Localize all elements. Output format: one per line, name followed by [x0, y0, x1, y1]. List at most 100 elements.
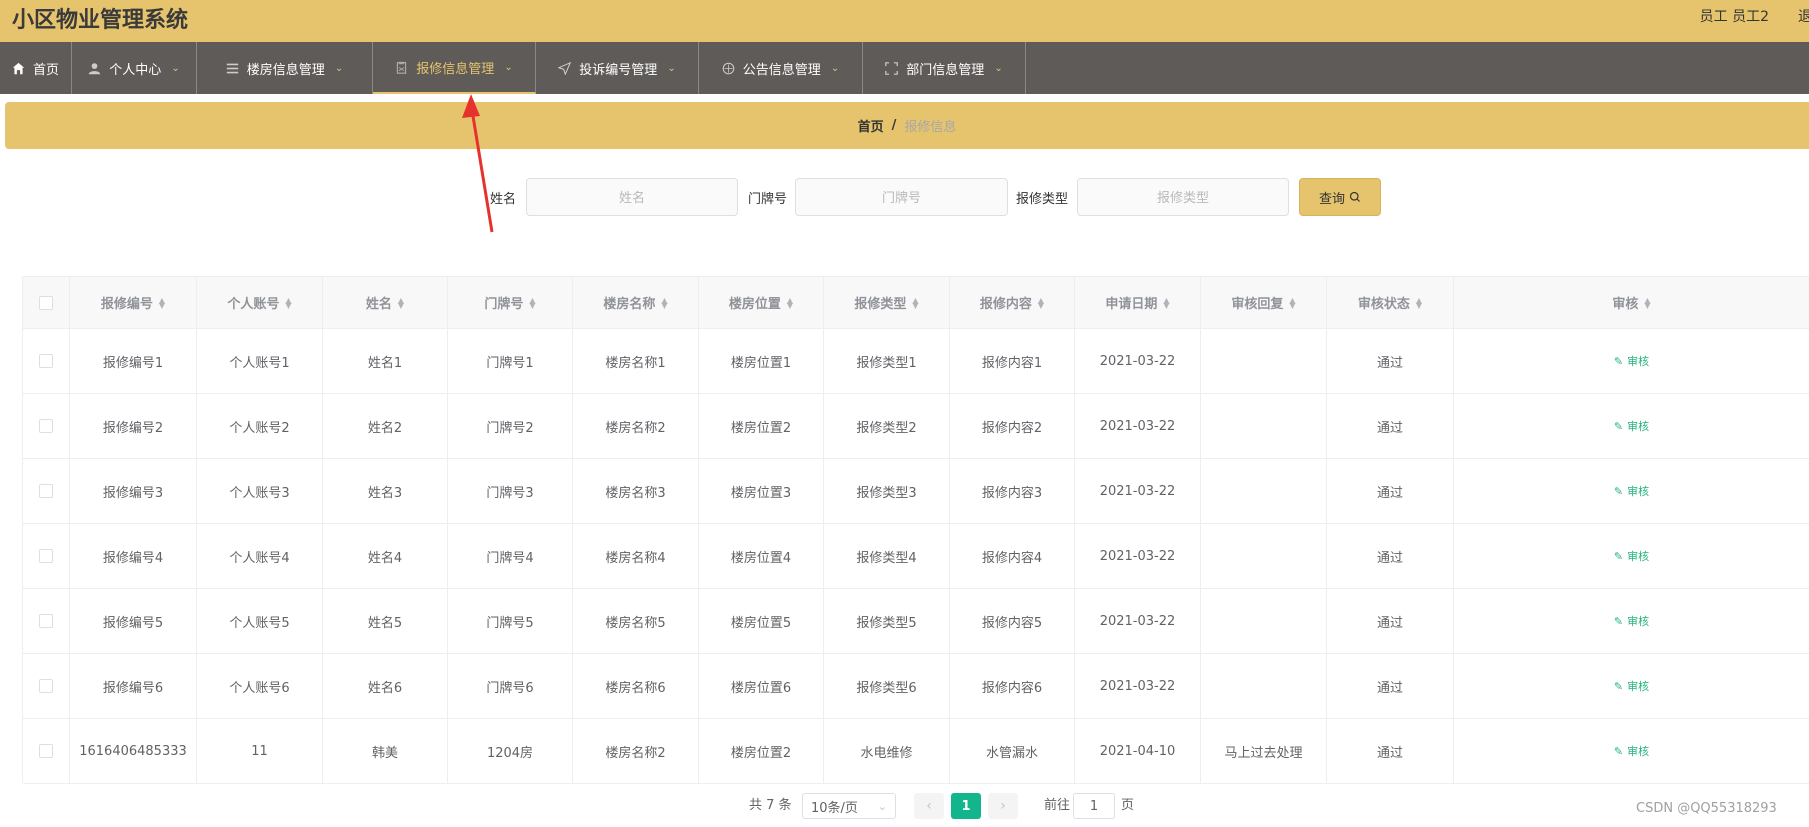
edit-icon: ✎: [1613, 744, 1624, 758]
row-checkbox[interactable]: [39, 679, 53, 693]
table-cell: 个人账号1: [197, 329, 323, 393]
nav-item-department[interactable]: 部门信息管理 ⌄: [863, 42, 1026, 94]
cell-account: 个人账号5: [229, 615, 290, 631]
header-cell[interactable]: 报修类型 ▲ ▼: [824, 277, 950, 328]
nav-label: 投诉编号管理: [579, 62, 658, 78]
table-cell: 楼房名称4: [573, 524, 699, 588]
table-row[interactable]: 报修编号3 个人账号3 姓名3 门牌号3 楼房名称3 楼房位置3 报修类型3 报修内容3 202…: [23, 459, 1809, 524]
sort-icon[interactable]: ▲ ▼: [159, 296, 165, 309]
cell-content: 报修内容3: [981, 485, 1043, 501]
repair-type-input[interactable]: [1077, 178, 1289, 216]
audit-link[interactable]: ✎ 审核: [1614, 418, 1649, 434]
column-header-label: 报修编号: [100, 297, 153, 312]
table-row[interactable]: 报修编号5 个人账号5 姓名5 门牌号5 楼房名称5 楼房位置5 报修类型5 报修内容5 202…: [23, 589, 1809, 654]
cell-status: 通过: [1376, 420, 1403, 436]
cell-door: 1204房: [486, 745, 534, 761]
door-input[interactable]: [795, 178, 1008, 216]
logout-link[interactable]: 退: [1798, 6, 1809, 26]
nav-item-repair[interactable]: 报修信息管理 ⌄: [373, 42, 536, 94]
sort-icon[interactable]: ▲ ▼: [1163, 296, 1169, 309]
nav-item-home[interactable]: 首页: [0, 42, 72, 94]
next-page-button[interactable]: ›: [988, 793, 1018, 819]
name-input[interactable]: [526, 178, 738, 216]
table-cell: 2021-03-22: [1075, 524, 1201, 588]
nav-item-notice[interactable]: 公告信息管理 ⌄: [699, 42, 863, 94]
header-cell[interactable]: 申请日期 ▲ ▼: [1075, 277, 1201, 328]
row-checkbox[interactable]: [39, 419, 53, 433]
row-checkbox[interactable]: [39, 354, 53, 368]
table-cell: [1201, 459, 1327, 523]
nav-item-profile[interactable]: 个人中心 ⌄: [72, 42, 197, 94]
page-number-current[interactable]: 1: [951, 793, 981, 819]
header-cell[interactable]: 楼房位置 ▲ ▼: [699, 277, 824, 328]
prev-page-button[interactable]: ‹: [914, 793, 944, 819]
total-count: 共 7 条: [749, 798, 792, 813]
goto-page-input[interactable]: 1: [1073, 793, 1115, 819]
sort-icon[interactable]: ▲ ▼: [1416, 296, 1422, 309]
header-cell[interactable]: 审核状态 ▲ ▼: [1327, 277, 1454, 328]
table-row[interactable]: 1616406485333 11 韩美 1204房 楼房名称2 楼房位置2 水电维修 水管漏水…: [23, 719, 1809, 784]
table-row[interactable]: 报修编号1 个人账号1 姓名1 门牌号1 楼房名称1 楼房位置1 报修类型1 报修内容1 202…: [23, 329, 1809, 394]
table-cell: 楼房位置3: [699, 459, 824, 523]
chevron-down-icon: ⌄: [830, 62, 840, 74]
row-checkbox[interactable]: [39, 549, 53, 563]
query-label: 查询: [1318, 191, 1345, 207]
audit-label: 审核: [1627, 485, 1650, 498]
table-row[interactable]: 报修编号6 个人账号6 姓名6 门牌号6 楼房名称6 楼房位置6 报修类型6 报修内容6 202…: [23, 654, 1809, 719]
table-row[interactable]: 报修编号4 个人账号4 姓名4 门牌号4 楼房名称4 楼房位置4 报修类型4 报修内容4 202…: [23, 524, 1809, 589]
chevron-down-icon: ⌄: [334, 62, 344, 74]
header-cell[interactable]: 报修编号 ▲ ▼: [70, 277, 197, 328]
table-cell: 1204房: [448, 719, 573, 783]
cell-door: 门牌号4: [486, 550, 534, 566]
audit-link[interactable]: ✎ 审核: [1614, 743, 1649, 759]
select-all-checkbox[interactable]: [39, 295, 53, 310]
header-cell[interactable]: 报修内容 ▲ ▼: [950, 277, 1075, 328]
nav-item-building[interactable]: 楼房信息管理 ⌄: [197, 42, 373, 94]
audit-link[interactable]: ✎ 审核: [1614, 548, 1649, 564]
sort-icon[interactable]: ▲ ▼: [787, 296, 793, 309]
sort-icon[interactable]: ▲ ▼: [912, 296, 918, 309]
cell-type: 报修类型5: [856, 615, 917, 631]
header-cell[interactable]: 审核 ▲ ▼: [1454, 277, 1809, 328]
header-cell[interactable]: 楼房名称 ▲ ▼: [573, 277, 699, 328]
cell-account: 11: [251, 743, 268, 759]
sort-icon[interactable]: ▲ ▼: [1289, 296, 1295, 309]
audit-link[interactable]: ✎ 审核: [1614, 483, 1649, 499]
breadcrumb-home[interactable]: 首页: [858, 116, 884, 135]
row-checkbox[interactable]: [39, 484, 53, 498]
nav-label: 楼房信息管理: [246, 62, 325, 78]
cell-date: 2021-03-22: [1099, 613, 1176, 629]
sort-icon[interactable]: ▲ ▼: [398, 296, 404, 309]
header-cell[interactable]: 审核回复 ▲ ▼: [1201, 277, 1327, 328]
table-cell: 姓名3: [323, 459, 448, 523]
table-cell: 报修类型2: [824, 394, 950, 458]
table-cell: 通过: [1327, 329, 1454, 393]
sort-icon[interactable]: ▲ ▼: [285, 296, 291, 309]
table-cell: 姓名1: [323, 329, 448, 393]
row-checkbox[interactable]: [39, 614, 53, 628]
table-row[interactable]: 报修编号2 个人账号2 姓名2 门牌号2 楼房名称2 楼房位置2 报修类型2 报修内容2 202…: [23, 394, 1809, 459]
cell-audit: ✎ 审核: [1454, 524, 1809, 588]
sort-icon[interactable]: ▲ ▼: [529, 296, 535, 309]
row-checkbox[interactable]: [39, 744, 53, 758]
sort-icon[interactable]: ▲ ▼: [1038, 296, 1044, 309]
query-button[interactable]: 查询: [1299, 178, 1381, 216]
cell-bname: 楼房名称1: [605, 355, 666, 371]
user-icon: [89, 62, 101, 74]
header-cell[interactable]: 姓名 ▲ ▼: [323, 277, 448, 328]
audit-link[interactable]: ✎ 审核: [1614, 678, 1649, 694]
sort-icon[interactable]: ▲ ▼: [1644, 296, 1650, 309]
audit-link[interactable]: ✎ 审核: [1614, 613, 1649, 629]
header-cell[interactable]: 门牌号 ▲ ▼: [448, 277, 573, 328]
cell-content: 报修内容1: [981, 355, 1043, 371]
cell-no: 报修编号5: [102, 615, 164, 631]
table-cell: [1201, 589, 1327, 653]
audit-link[interactable]: ✎ 审核: [1614, 353, 1649, 369]
sort-icon[interactable]: ▲ ▼: [661, 296, 667, 309]
cell-type: 报修类型1: [856, 355, 917, 371]
page-size-select[interactable]: 10条/页 ⌄: [802, 793, 896, 819]
nav-item-complaint[interactable]: 投诉编号管理 ⌄: [536, 42, 699, 94]
header-cell[interactable]: 个人账号 ▲ ▼: [197, 277, 323, 328]
table-cell: 楼房位置6: [699, 654, 824, 718]
breadcrumb-separator: /: [891, 118, 897, 133]
